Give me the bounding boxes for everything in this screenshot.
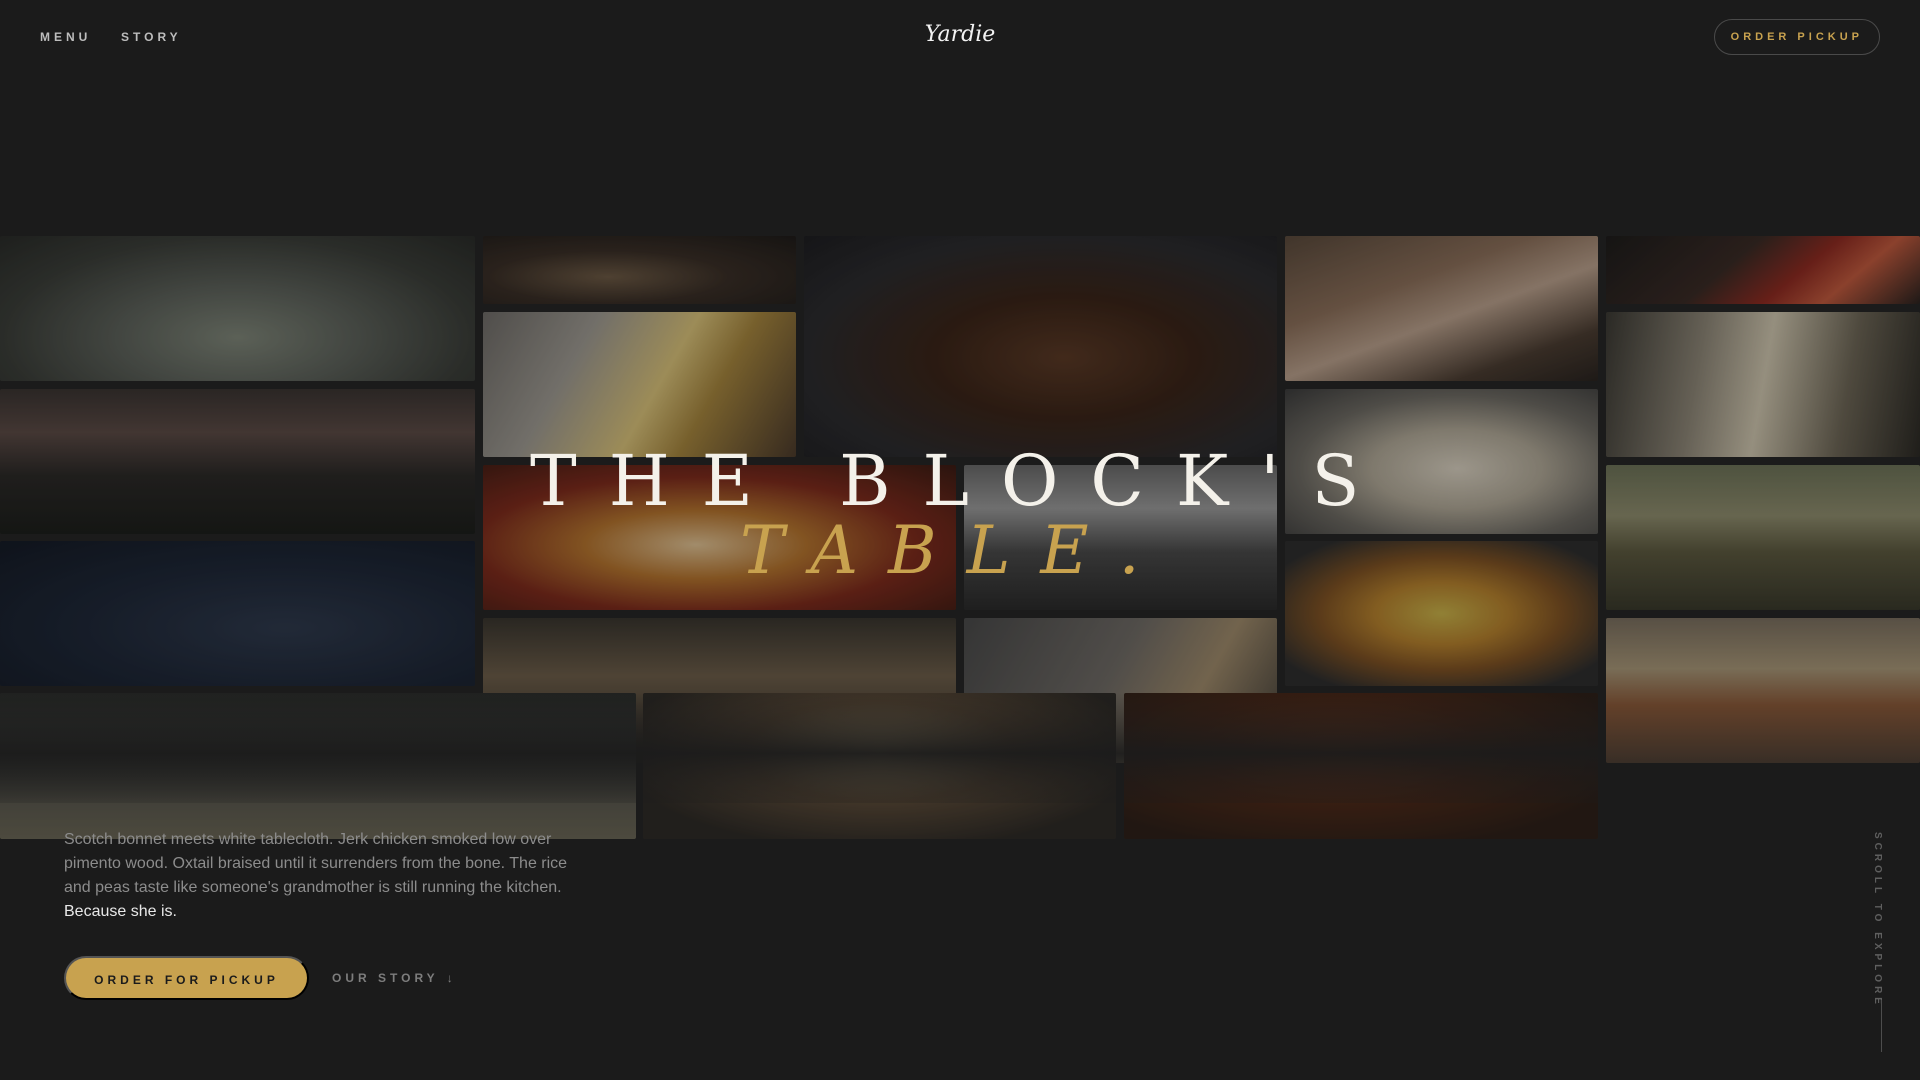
photo-patties-and-rice: [1285, 541, 1598, 686]
hero-description: Scotch bonnet meets white tablecloth. Je…: [64, 828, 584, 924]
photo-grilled-dish: [483, 236, 796, 304]
top-nav: MENU STORY Yardie ORDER PICKUP: [0, 0, 1920, 74]
photo-braised-oxtail-bowl: [804, 236, 1277, 457]
photo-garden-party: [1606, 465, 1920, 610]
hero-description-text: Scotch bonnet meets white tablecloth. Je…: [64, 831, 568, 896]
hero-description-emphasis: Because she is.: [64, 903, 177, 920]
nav-story-link[interactable]: STORY: [121, 30, 182, 44]
our-story-label: OUR STORY: [332, 971, 439, 985]
photo-dining-room: [0, 389, 475, 534]
photo-oxtail-stew: [1124, 693, 1598, 839]
photo-rice-and-peas-plate: [1285, 389, 1598, 534]
nav-menu-link[interactable]: MENU: [40, 30, 91, 44]
photo-pizza-closeup: [483, 465, 956, 610]
our-story-link[interactable]: OUR STORY ↓: [332, 971, 457, 985]
photo-plated-dish: [0, 236, 475, 381]
photo-smiling-guest: [1285, 236, 1598, 381]
photo-foil-pasta: [483, 312, 796, 457]
brand-logo-wrap: Yardie: [0, 22, 1920, 47]
scroll-line: [1881, 1000, 1882, 1052]
order-pickup-button[interactable]: ORDER PICKUP: [1713, 19, 1880, 55]
brand-logo[interactable]: Yardie: [925, 22, 996, 47]
arrow-down-icon: ↓: [446, 971, 457, 985]
photo-office-gathering: [964, 465, 1277, 610]
scroll-indicator: SCROLL TO EXPLORE: [1872, 832, 1892, 1052]
photo-buffet-spread: [1606, 618, 1920, 763]
photo-chilies-on-board: [0, 541, 475, 686]
photo-mosaic: [0, 236, 1920, 839]
photo-sausages-plate: [1606, 236, 1920, 304]
photo-champagne-glasses: [1606, 312, 1920, 457]
order-for-pickup-button[interactable]: ORDER FOR PICKUP: [64, 956, 309, 1000]
landing-page: MENU STORY Yardie ORDER PICKUP THE BLOCK…: [0, 0, 1920, 1080]
scroll-to-explore-label: SCROLL TO EXPLORE: [1872, 832, 1883, 1008]
photo-stew-plate: [643, 693, 1116, 839]
photo-street-night: [0, 693, 636, 839]
